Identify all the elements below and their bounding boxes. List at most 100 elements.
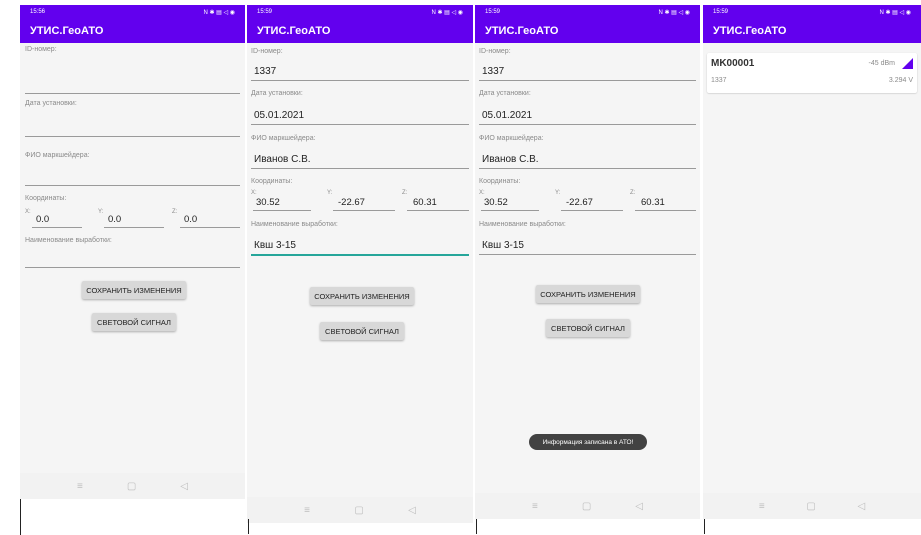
signal-strength-icon xyxy=(902,58,913,69)
z-label: Z: xyxy=(402,190,408,196)
id-field[interactable]: 1337 xyxy=(254,66,276,77)
app-title: УТИС.ГеоАТО xyxy=(257,25,331,37)
device-name: MK00001 xyxy=(711,58,755,69)
date-underline xyxy=(479,124,696,125)
work-label: Наименование выработки: xyxy=(251,221,338,228)
work-label: Наименование выработки: xyxy=(479,221,566,228)
status-bar: 15:59 N ✱ ▤ ◁ ◉ xyxy=(475,5,700,19)
y-field[interactable]: -22.67 xyxy=(566,197,593,208)
phone-screen-1: 15:56 N ✱ ▤ ◁ ◉ УТИС.ГеоАТО ID-номер: Да… xyxy=(20,5,245,499)
x-underline xyxy=(253,210,311,211)
back-icon[interactable]: ◁ xyxy=(180,481,188,492)
home-icon[interactable]: ▢ xyxy=(354,505,363,516)
fio-field[interactable]: Иванов С.В. xyxy=(482,154,539,165)
form: ID-номер: 1337 Дата установки: 05.01.202… xyxy=(475,43,700,519)
app-title: УТИС.ГеоАТО xyxy=(485,25,559,37)
x-label: X: xyxy=(479,190,485,196)
z-field[interactable]: 60.31 xyxy=(641,197,665,208)
date-field[interactable] xyxy=(25,136,240,137)
save-button[interactable]: СОХРАНИТЬ ИЗМЕНЕНИЯ xyxy=(82,281,186,299)
id-underline xyxy=(251,80,469,81)
y-underline xyxy=(104,227,164,228)
z-underline xyxy=(407,210,469,211)
fio-field[interactable] xyxy=(25,185,240,186)
id-label: ID-номер: xyxy=(479,48,511,55)
x-field[interactable]: 30.52 xyxy=(484,197,508,208)
home-icon[interactable]: ▢ xyxy=(127,481,136,492)
status-icons: N ✱ ▤ ◁ ◉ xyxy=(431,9,463,16)
toast-message: Информация записана в АТО! xyxy=(529,434,647,450)
status-time: 15:59 xyxy=(257,9,273,15)
device-id: 1337 xyxy=(711,77,727,84)
phone-screen-2: 15:59 N ✱ ▤ ◁ ◉ УТИС.ГеоАТО ID-номер: 13… xyxy=(247,5,473,523)
back-icon[interactable]: ◁ xyxy=(857,501,865,512)
fio-underline xyxy=(251,168,469,169)
divider-tick xyxy=(248,519,249,534)
z-label: Z: xyxy=(172,209,178,215)
id-label: ID-номер: xyxy=(251,48,283,55)
menu-icon[interactable]: ≡ xyxy=(759,501,765,512)
y-underline xyxy=(333,210,395,211)
divider-tick xyxy=(704,519,705,534)
device-card[interactable]: MK00001 1337 -45 dBm 3.294 V xyxy=(707,53,917,93)
date-label: Дата установки: xyxy=(251,90,303,97)
z-underline xyxy=(180,227,240,228)
light-signal-button[interactable]: СВЕТОВОЙ СИГНАЛ xyxy=(546,319,630,337)
work-field[interactable]: Квш 3-15 xyxy=(482,240,524,251)
y-underline xyxy=(561,210,623,211)
back-icon[interactable]: ◁ xyxy=(635,501,643,512)
nav-bar: ≡ ▢ ◁ xyxy=(20,473,245,499)
back-icon[interactable]: ◁ xyxy=(408,505,416,516)
id-underline xyxy=(479,80,696,81)
menu-icon[interactable]: ≡ xyxy=(304,505,310,516)
status-icons: N ✱ ▤ ◁ ◉ xyxy=(203,9,235,16)
phone-screen-4: 15:59 N ✱ ▤ ◁ ◉ УТИС.ГеоАТО MK00001 1337… xyxy=(703,5,921,519)
save-button[interactable]: СОХРАНИТЬ ИЗМЕНЕНИЯ xyxy=(310,287,414,305)
menu-icon[interactable]: ≡ xyxy=(532,501,538,512)
fio-field[interactable]: Иванов С.В. xyxy=(254,154,311,165)
voltage-value: 3.294 V xyxy=(888,77,913,84)
y-label: Y: xyxy=(327,190,333,196)
x-label: X: xyxy=(25,209,31,215)
x-label: X: xyxy=(251,190,257,196)
status-time: 15:59 xyxy=(485,9,501,15)
save-button[interactable]: СОХРАНИТЬ ИЗМЕНЕНИЯ xyxy=(536,285,640,303)
y-label: Y: xyxy=(98,209,104,215)
status-icons: N ✱ ▤ ◁ ◉ xyxy=(879,9,911,16)
z-underline xyxy=(635,210,696,211)
left-border xyxy=(20,499,21,535)
date-field[interactable]: 05.01.2021 xyxy=(482,110,532,121)
x-field[interactable]: 0.0 xyxy=(36,214,49,225)
fio-label: ФИО маркшейдера: xyxy=(25,152,90,159)
app-title: УТИС.ГеоАТО xyxy=(713,25,787,37)
light-signal-button[interactable]: СВЕТОВОЙ СИГНАЛ xyxy=(320,322,404,340)
date-underline xyxy=(251,124,469,125)
work-field[interactable]: Квш 3-15 xyxy=(254,240,296,251)
coords-label: Координаты: xyxy=(251,178,293,185)
date-label: Дата установки: xyxy=(479,90,531,97)
light-signal-button[interactable]: СВЕТОВОЙ СИГНАЛ xyxy=(92,313,176,331)
id-field[interactable] xyxy=(25,93,240,94)
z-field[interactable]: 0.0 xyxy=(184,214,197,225)
coords-label: Координаты: xyxy=(479,178,521,185)
id-field[interactable]: 1337 xyxy=(482,66,504,77)
app-bar: УТИС.ГеоАТО xyxy=(247,19,473,43)
home-icon[interactable]: ▢ xyxy=(806,501,815,512)
work-field[interactable] xyxy=(25,267,240,268)
x-underline xyxy=(32,227,82,228)
coords-label: Координаты: xyxy=(25,195,67,202)
fio-label: ФИО маркшейдера: xyxy=(251,135,316,142)
home-icon[interactable]: ▢ xyxy=(582,501,591,512)
app-bar: УТИС.ГеоАТО xyxy=(703,19,921,43)
status-bar: 15:59 N ✱ ▤ ◁ ◉ xyxy=(703,5,921,19)
y-field[interactable]: -22.67 xyxy=(338,197,365,208)
y-field[interactable]: 0.0 xyxy=(108,214,121,225)
z-field[interactable]: 60.31 xyxy=(413,197,437,208)
fio-underline xyxy=(479,168,696,169)
nav-bar: ≡ ▢ ◁ xyxy=(703,493,921,519)
nav-bar: ≡ ▢ ◁ xyxy=(475,493,700,519)
menu-icon[interactable]: ≡ xyxy=(77,481,83,492)
id-label: ID-номер: xyxy=(25,46,57,53)
x-field[interactable]: 30.52 xyxy=(256,197,280,208)
date-field[interactable]: 05.01.2021 xyxy=(254,110,304,121)
